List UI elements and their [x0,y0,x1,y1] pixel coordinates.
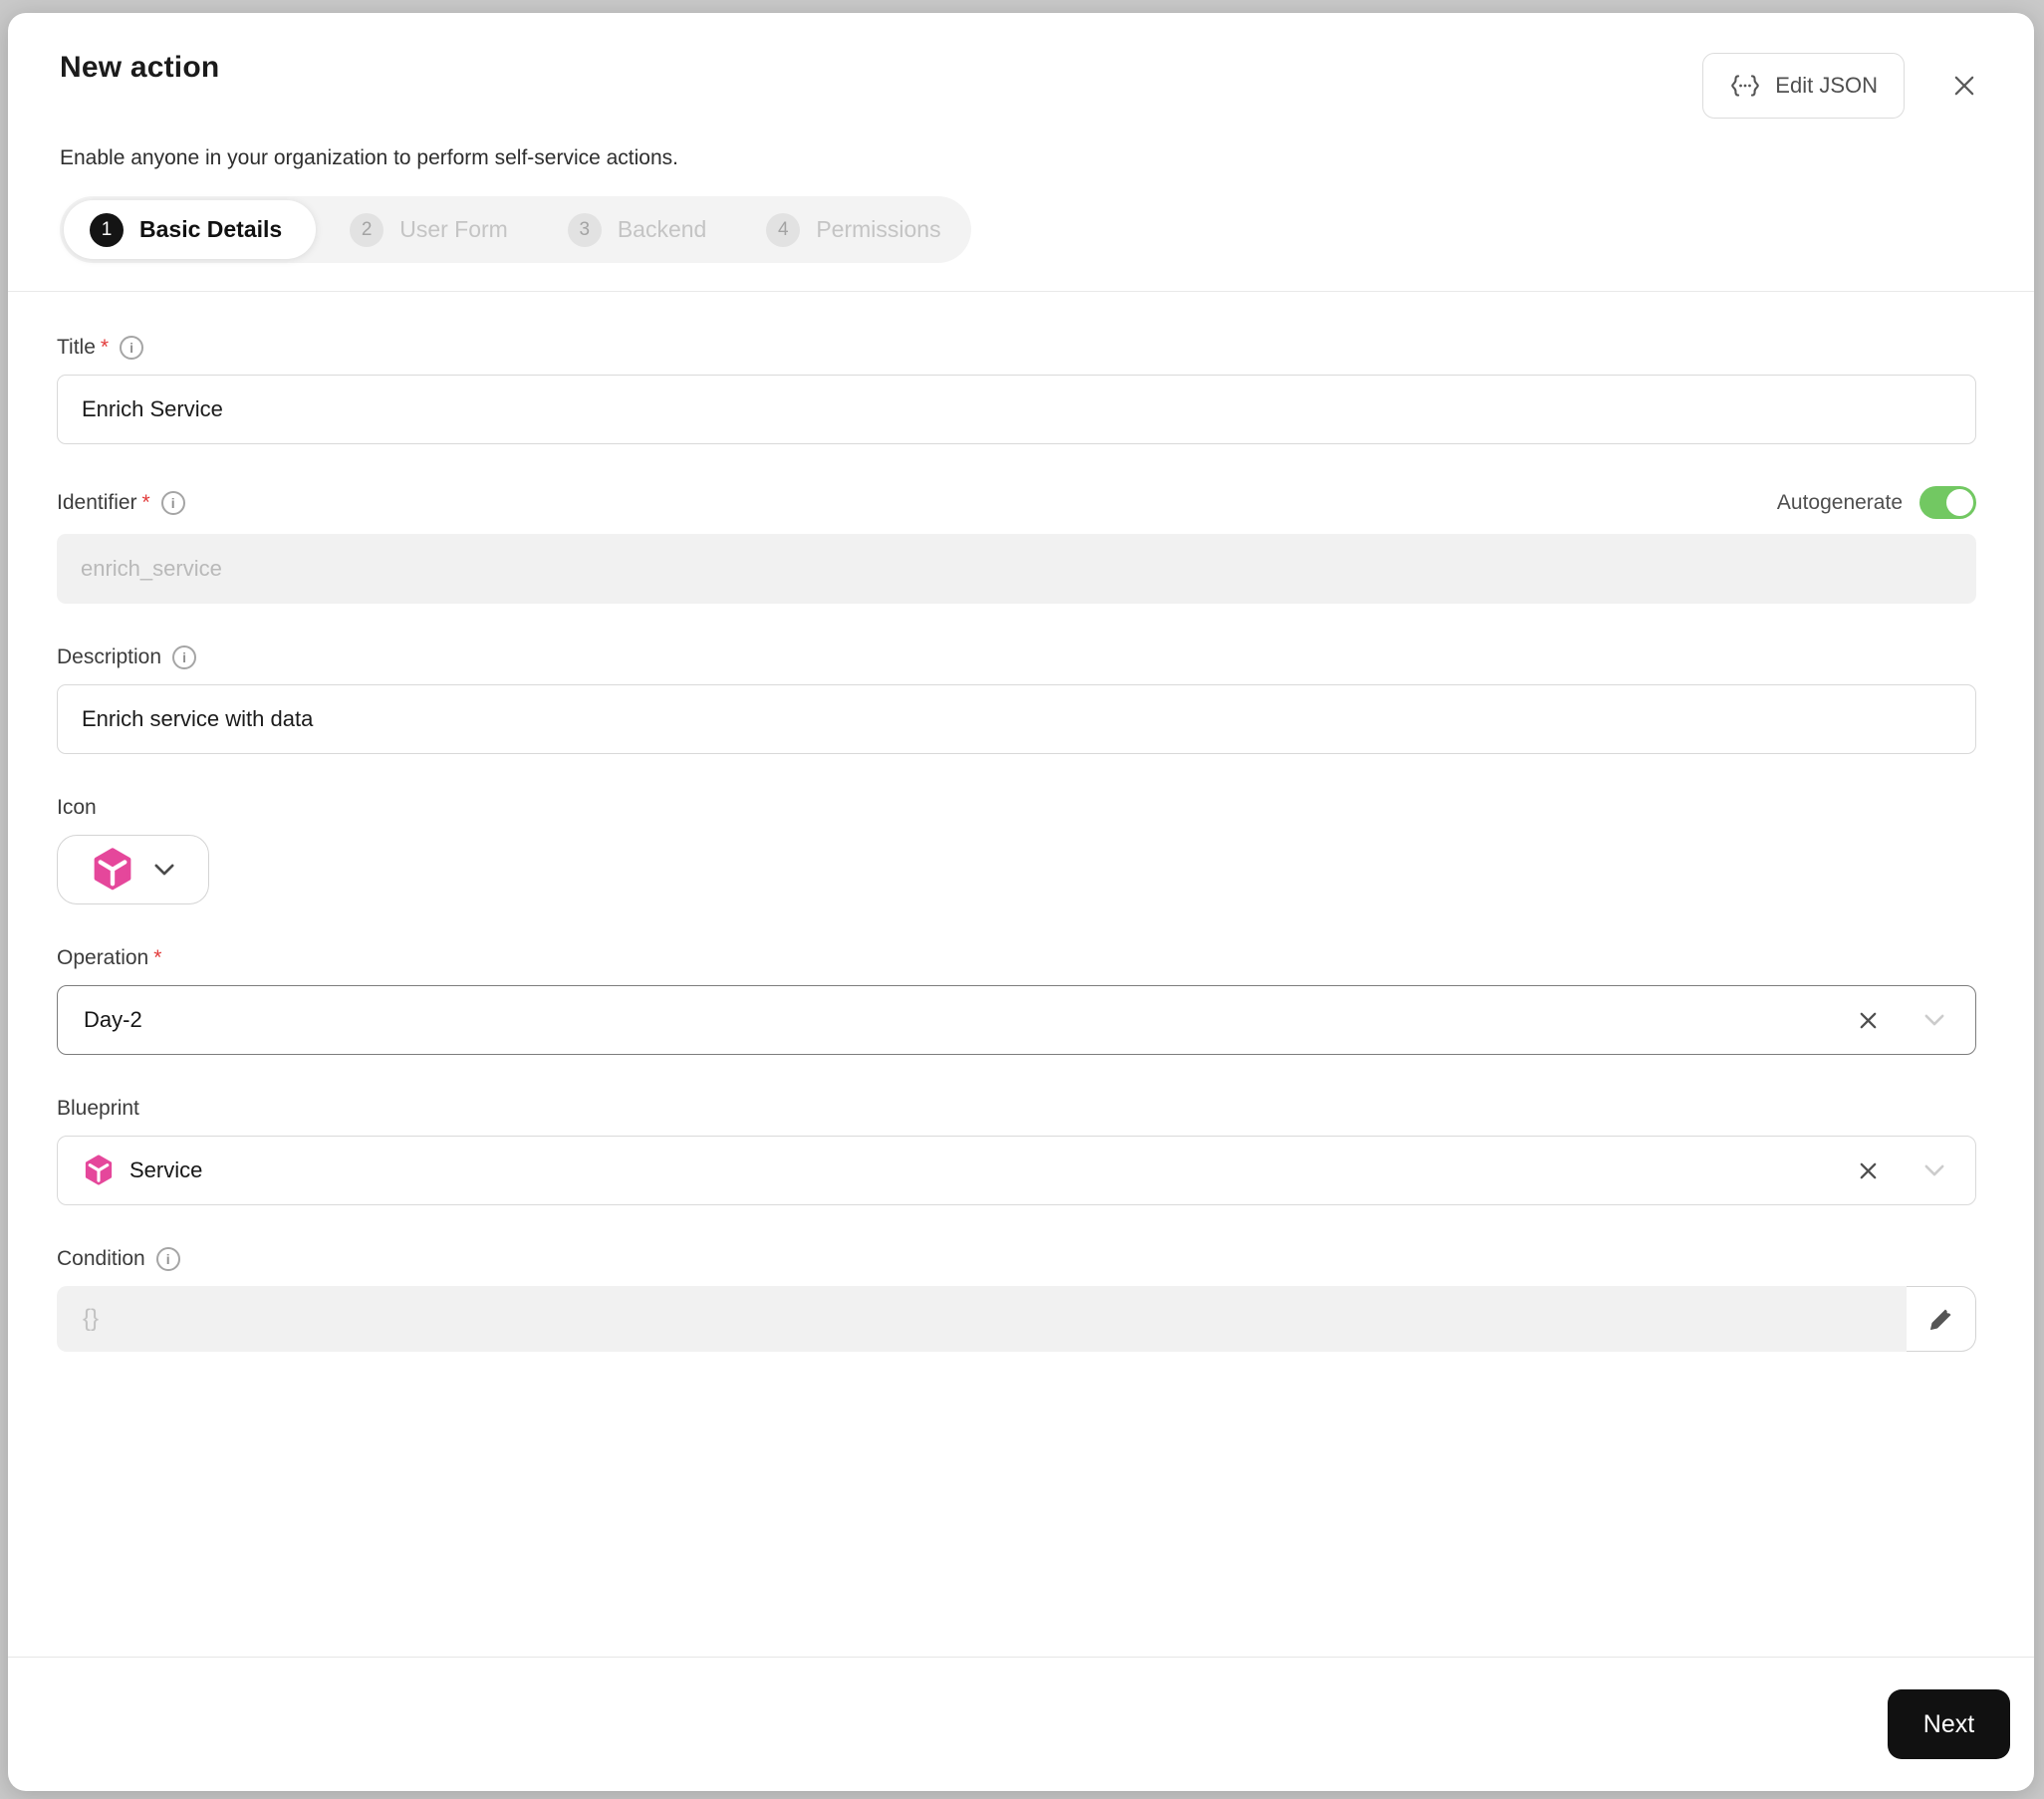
step-number-badge: 2 [350,212,384,247]
step-basic-details[interactable]: 1 Basic Details [64,200,317,259]
icon-picker-button[interactable] [57,835,209,904]
required-asterisk: * [141,490,150,514]
modal-subtitle: Enable anyone in your organization to pe… [60,146,678,169]
step-label: Basic Details [139,216,283,242]
info-icon: i [172,645,197,669]
info-icon: i [120,336,144,360]
identifier-input [57,534,1976,604]
step-number-badge: 3 [567,212,602,247]
modal-header: New action Edit JSON Enable anyone in yo… [8,13,2034,291]
description-label: Description [57,645,162,668]
title-field-row: Title * i [57,336,1976,444]
close-icon [1950,72,1978,100]
autogenerate-label: Autogenerate [1776,490,1903,514]
blueprint-field-row: Blueprint Service [57,1097,1976,1205]
operation-field-row: Operation * Day-2 [57,946,1976,1055]
cube-icon [84,1155,114,1186]
step-label: Backend [617,216,707,242]
step-permissions[interactable]: 4 Permissions [736,200,970,259]
title-label: Title [57,336,96,359]
chevron-down-icon[interactable] [1919,1159,1949,1181]
pencil-icon [1926,1304,1956,1334]
info-icon: i [155,1247,180,1271]
code-braces-icon [1729,73,1761,99]
operation-select[interactable]: Day-2 [57,985,1976,1055]
identifier-field-row: Identifier * i Autogenerate [57,486,1976,604]
condition-edit-button[interactable] [1907,1286,1976,1352]
operation-label: Operation [57,946,149,969]
blueprint-label: Blueprint [57,1097,139,1120]
next-button[interactable]: Next [1888,1689,2010,1759]
edit-json-button[interactable]: Edit JSON [1702,53,1905,119]
info-icon: i [160,490,185,515]
page-title: New action [60,51,220,84]
step-number-badge: 4 [766,212,801,247]
new-action-modal: New action Edit JSON Enable anyone in yo… [8,13,2034,1791]
close-button[interactable] [1944,66,1984,106]
clear-icon[interactable] [1853,1156,1884,1186]
blueprint-value: Service [129,1157,203,1182]
clear-icon[interactable] [1853,1005,1884,1036]
step-backend[interactable]: 3 Backend [538,200,737,259]
cube-icon [92,848,133,892]
icon-label: Icon [57,796,97,819]
operation-value: Day-2 [84,1007,142,1032]
required-asterisk: * [153,946,162,969]
toggle-knob [1946,489,1973,516]
identifier-label: Identifier [57,490,137,514]
description-field-row: Description i [57,645,1976,754]
condition-label: Condition [57,1247,145,1270]
step-label: Permissions [816,216,941,242]
condition-placeholder: {} [83,1305,100,1332]
icon-field-row: Icon [57,796,1976,904]
required-asterisk: * [100,336,110,359]
modal-footer: Next [8,1657,2034,1791]
step-number-badge: 1 [90,212,124,247]
chevron-down-icon[interactable] [1919,1009,1949,1031]
chevron-down-icon [153,863,175,877]
autogenerate-toggle[interactable] [1919,486,1976,519]
condition-input: {} [57,1286,1907,1352]
form-content: Title * i Identifier * i Autogenerate [8,292,2034,1657]
step-user-form[interactable]: 2 User Form [320,200,538,259]
edit-json-label: Edit JSON [1775,73,1878,98]
step-label: User Form [399,216,508,242]
description-input[interactable] [57,684,1976,754]
condition-field-row: Condition i {} [57,1247,1976,1352]
wizard-stepper: 1 Basic Details 2 User Form 3 Backend 4 … [60,196,971,263]
title-input[interactable] [57,375,1976,444]
blueprint-select[interactable]: Service [57,1136,1976,1205]
